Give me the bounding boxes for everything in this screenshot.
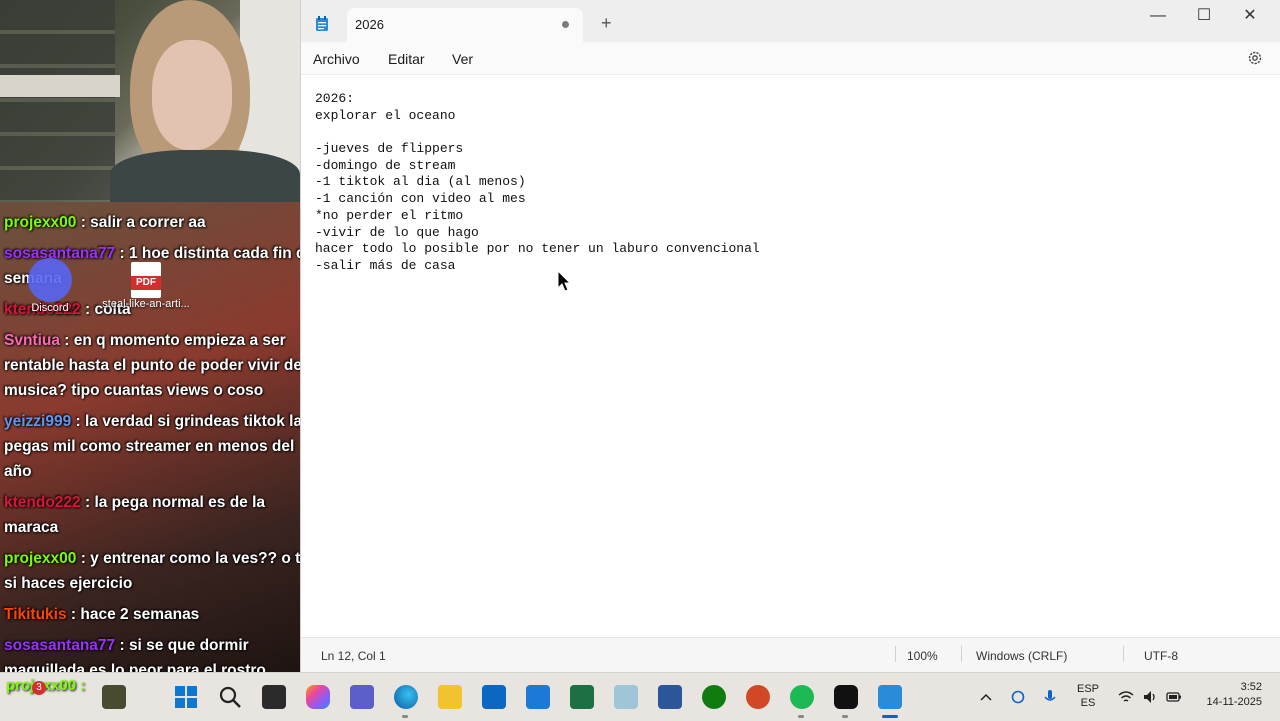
discord-icon [28,258,72,302]
chat-username: projexx00 [4,550,77,567]
language-indicator[interactable]: ESP ES [1072,683,1104,709]
text-line: hacer todo lo posible por no tener un la… [315,241,760,257]
volume-icon[interactable] [1142,689,1158,705]
wifi-icon[interactable] [1118,689,1134,705]
chat-text: hace 2 semanas [80,606,200,623]
settings-gear-icon[interactable] [1247,50,1263,66]
notepad-app-icon [316,16,328,31]
desktop-icon-pdf[interactable]: PDF steal-like-an-arti... [98,262,194,310]
close-button[interactable]: ✕ [1227,6,1273,28]
search-icon[interactable] [218,685,242,709]
widgets-icon[interactable] [102,685,126,709]
chat-username: sosasantana77 [4,637,116,654]
text-line: -1 canción con video al mes [315,191,526,207]
chat-message: projexx00 : y entrenar como la ves?? o t… [4,546,300,596]
desktop-icon-label: Discord [31,302,69,314]
text-line: -jueves de flippers [315,141,464,157]
text-line: *no perder el ritmo [315,207,464,223]
minimize-button[interactable]: — [1135,6,1181,28]
app-icon[interactable] [614,685,638,709]
webcam-feed [0,0,300,202]
unsaved-dot-icon[interactable] [562,21,569,28]
menu-view[interactable]: Ver [452,51,473,67]
stream-overlay: projexx00 : salir a correr aa sosasantana… [0,0,300,672]
text-line: -1 tiktok al dia (al menos) [315,174,526,190]
menu-bar: Archivo Editar Ver [301,42,1280,75]
chat-message: Tikitukis : hace 2 semanas [4,606,200,623]
desktop-icon-label: steal-like-an-arti... [102,298,190,310]
text-line [315,124,1267,141]
notepad-window: 2026 + — ☐ ✕ Archivo Editar Ver 2026: exp… [300,0,1280,672]
chat-text: salir a correr aa [90,214,206,231]
chat-username: Svntiua [4,332,60,349]
title-bar: 2026 + — ☐ ✕ [301,0,1280,42]
encoding: UTF-8 [1144,649,1178,663]
taskbar: projexx00 : 3 ESP ES 3:52 14-11-2025 [0,672,1280,721]
language-bottom: ES [1080,697,1096,709]
menu-file[interactable]: Archivo [313,51,360,67]
maximize-button[interactable]: ☐ [1181,6,1227,28]
text-line: explorar el oceano [315,107,456,123]
text-line: -vivir de lo que hago [315,224,479,240]
mail-icon[interactable] [526,685,550,709]
task-view-icon[interactable] [262,685,286,709]
edge-icon[interactable] [394,685,418,709]
zoom-level: 100% [907,649,938,663]
store-icon[interactable] [482,685,506,709]
text-line: -salir más de casa [315,257,456,273]
tab-title: 2026 [355,17,384,32]
cursor-position: Ln 12, Col 1 [321,649,386,663]
desktop-icon-discord[interactable]: Discord [22,258,78,314]
streaming-app-icon[interactable] [834,685,858,709]
chat-message: yeizzi999 : la verdad si grindeas tiktok… [4,409,300,484]
pdf-file-icon: PDF [131,262,161,298]
status-bar: Ln 12, Col 1 100% Windows (CRLF) UTF-8 [301,637,1280,672]
notepad-taskbar-icon[interactable] [878,685,902,709]
tab-2026[interactable]: 2026 [347,8,583,42]
clock[interactable]: 3:52 14-11-2025 [1194,681,1278,708]
chat-message: sosasantana77 : si se que dormir maquill… [4,633,300,672]
chat-username: projexx00 [4,214,77,231]
mouse-pointer-icon [557,270,571,292]
powerpoint-icon[interactable] [746,685,770,709]
text-line: 2026: [315,91,355,106]
notification-badge: 3 [32,681,46,695]
chat-username: yeizzi999 [4,413,72,430]
word-icon[interactable] [658,685,682,709]
battery-icon[interactable] [1166,689,1182,705]
language-top: ESP [1076,683,1099,695]
text-editor[interactable]: 2026: explorar el oceano -jueves de flippe… [315,91,1267,275]
new-tab-button[interactable]: + [601,14,612,32]
menu-edit[interactable]: Editar [388,51,425,67]
microphone-icon[interactable] [1042,689,1058,705]
spotify-icon[interactable] [790,685,814,709]
chat-message: projexx00 : salir a correr aa [4,214,206,231]
clock-time: 3:52 [1240,681,1262,693]
line-ending: Windows (CRLF) [976,649,1068,663]
xbox-icon[interactable] [702,685,726,709]
copilot-icon[interactable] [306,685,330,709]
chat-username: Tikitukis [4,606,67,623]
teams-icon[interactable] [350,685,374,709]
chat-message: ktendo222 : la pega normal es de la mara… [4,494,266,536]
chevron-up-icon[interactable] [978,689,994,705]
clock-date: 14-11-2025 [1206,696,1262,708]
text-line: -domingo de stream [315,157,456,173]
sync-icon[interactable] [1010,689,1026,705]
excel-icon[interactable] [570,685,594,709]
file-explorer-icon[interactable] [438,685,462,709]
chat-username: ktendo222 [4,494,81,511]
start-windows-icon[interactable] [174,685,198,709]
chat-message: Svntiua : en q momento empieza a ser ren… [4,328,300,403]
